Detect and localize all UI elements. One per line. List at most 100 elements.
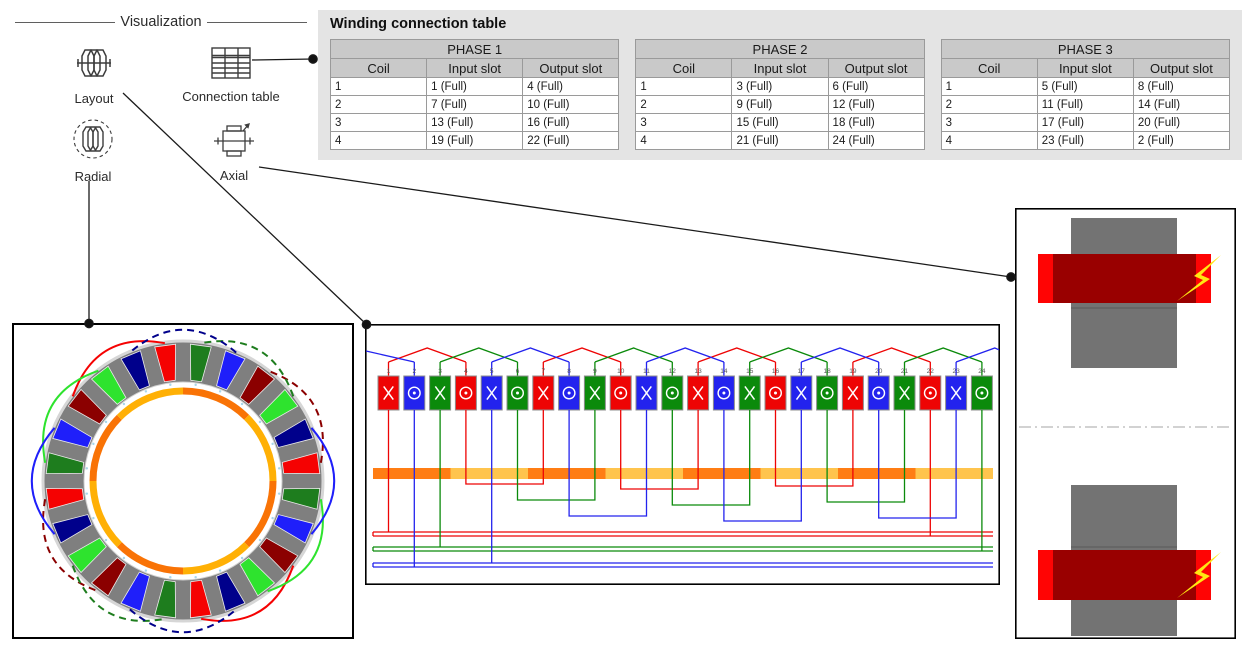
winding-connection-table-panel: Winding connection table PHASE 1CoilInpu… bbox=[318, 10, 1242, 160]
visualization-group-title: Visualization bbox=[120, 14, 201, 30]
callout-line-axial bbox=[259, 167, 1011, 277]
table-cell: 15 (Full) bbox=[732, 114, 828, 132]
table-cell: 21 (Full) bbox=[732, 132, 828, 150]
axial-view-icon bbox=[214, 121, 254, 159]
table-cell: 1 bbox=[941, 78, 1037, 96]
table-cell: 13 (Full) bbox=[427, 114, 523, 132]
svg-text:16: 16 bbox=[772, 368, 780, 375]
svg-text:8: 8 bbox=[567, 368, 571, 375]
table-cell: 18 (Full) bbox=[828, 114, 924, 132]
svg-text:1: 1 bbox=[387, 368, 391, 375]
table-cell: 17 (Full) bbox=[1037, 114, 1133, 132]
phase-header: PHASE 2 bbox=[636, 40, 924, 59]
viz-option-axial[interactable]: Axial bbox=[164, 121, 304, 183]
column-header: Output slot bbox=[523, 59, 619, 78]
column-header: Output slot bbox=[828, 59, 924, 78]
viz-option-label: Axial bbox=[164, 168, 304, 183]
table-cell: 4 bbox=[636, 132, 732, 150]
table-cell: 22 (Full) bbox=[523, 132, 619, 150]
viz-option-layout[interactable]: Layout bbox=[24, 44, 164, 106]
table-cell: 9 (Full) bbox=[732, 96, 828, 114]
table-row: 29 (Full)12 (Full) bbox=[636, 96, 924, 114]
table-cell: 19 (Full) bbox=[427, 132, 523, 150]
table-cell: 12 (Full) bbox=[828, 96, 924, 114]
winding-layout-icon bbox=[75, 44, 113, 82]
svg-text:21: 21 bbox=[901, 368, 909, 375]
table-cell: 3 bbox=[331, 114, 427, 132]
radial-view-icon bbox=[72, 118, 114, 160]
table-cell: 4 bbox=[331, 132, 427, 150]
table-cell: 16 (Full) bbox=[523, 114, 619, 132]
svg-text:5: 5 bbox=[490, 368, 494, 375]
table-cell: 20 (Full) bbox=[1133, 114, 1229, 132]
svg-text:9: 9 bbox=[593, 368, 597, 375]
svg-text:2: 2 bbox=[412, 368, 416, 375]
table-row: 423 (Full)2 (Full) bbox=[941, 132, 1229, 150]
svg-text:13: 13 bbox=[694, 368, 702, 375]
svg-text:23: 23 bbox=[952, 368, 960, 375]
svg-text:7: 7 bbox=[541, 368, 545, 375]
column-header: Coil bbox=[331, 59, 427, 78]
table-cell: 3 bbox=[636, 114, 732, 132]
column-header: Input slot bbox=[732, 59, 828, 78]
column-header: Coil bbox=[636, 59, 732, 78]
table-cell: 10 (Full) bbox=[523, 96, 619, 114]
svg-text:15: 15 bbox=[746, 368, 754, 375]
svg-text:17: 17 bbox=[798, 368, 806, 375]
svg-text:22: 22 bbox=[927, 368, 935, 375]
viz-option-radial[interactable]: Radial bbox=[23, 118, 163, 184]
svg-text:10: 10 bbox=[617, 368, 625, 375]
table-row: 13 (Full)6 (Full) bbox=[636, 78, 924, 96]
table-cell: 8 (Full) bbox=[1133, 78, 1229, 96]
axial-view-diagram bbox=[1015, 208, 1236, 639]
svg-text:3: 3 bbox=[438, 368, 442, 375]
phase-tables-container: PHASE 1CoilInput slotOutput slot11 (Full… bbox=[318, 32, 1242, 150]
svg-text:12: 12 bbox=[669, 368, 677, 375]
table-row: 419 (Full)22 (Full) bbox=[331, 132, 619, 150]
svg-text:6: 6 bbox=[516, 368, 520, 375]
legend-rule-right bbox=[207, 22, 307, 23]
table-cell: 24 (Full) bbox=[828, 132, 924, 150]
table-row: 315 (Full)18 (Full) bbox=[636, 114, 924, 132]
table-cell: 14 (Full) bbox=[1133, 96, 1229, 114]
table-row: 27 (Full)10 (Full) bbox=[331, 96, 619, 114]
viz-option-label: Layout bbox=[24, 91, 164, 106]
column-header: Output slot bbox=[1133, 59, 1229, 78]
winding-visualization-figure: Visualization Layout Connection table bbox=[0, 0, 1256, 657]
table-row: 313 (Full)16 (Full) bbox=[331, 114, 619, 132]
table-cell: 7 (Full) bbox=[427, 96, 523, 114]
column-header: Input slot bbox=[427, 59, 523, 78]
table-cell: 1 bbox=[636, 78, 732, 96]
table-row: 421 (Full)24 (Full) bbox=[636, 132, 924, 150]
table-row: 317 (Full)20 (Full) bbox=[941, 114, 1229, 132]
visualization-group-legend: Visualization bbox=[15, 14, 307, 30]
callout-dot-connection-table bbox=[309, 55, 317, 63]
svg-text:4: 4 bbox=[464, 368, 468, 375]
table-cell: 5 (Full) bbox=[1037, 78, 1133, 96]
table-row: 15 (Full)8 (Full) bbox=[941, 78, 1229, 96]
table-row: 211 (Full)14 (Full) bbox=[941, 96, 1229, 114]
table-cell: 23 (Full) bbox=[1037, 132, 1133, 150]
table-cell: 4 bbox=[941, 132, 1037, 150]
table-cell: 3 bbox=[941, 114, 1037, 132]
viz-option-connection-table[interactable]: Connection table bbox=[161, 46, 301, 104]
callout-dot-axial bbox=[1007, 273, 1015, 281]
radial-view-diagram bbox=[12, 323, 354, 639]
legend-rule-left bbox=[15, 22, 115, 23]
table-cell: 1 (Full) bbox=[427, 78, 523, 96]
phase-header: PHASE 3 bbox=[941, 40, 1229, 59]
svg-text:20: 20 bbox=[875, 368, 883, 375]
svg-text:19: 19 bbox=[849, 368, 857, 375]
connection-table-icon bbox=[211, 46, 251, 80]
table-cell: 3 (Full) bbox=[732, 78, 828, 96]
column-header: Coil bbox=[941, 59, 1037, 78]
winding-table-title: Winding connection table bbox=[318, 10, 1242, 32]
svg-text:18: 18 bbox=[823, 368, 831, 375]
table-cell: 2 (Full) bbox=[1133, 132, 1229, 150]
linear-layout-diagram: 123456789101112131415161718192021222324 bbox=[365, 324, 1000, 585]
phase-header: PHASE 1 bbox=[331, 40, 619, 59]
table-row: 11 (Full)4 (Full) bbox=[331, 78, 619, 96]
table-cell: 2 bbox=[331, 96, 427, 114]
svg-text:11: 11 bbox=[643, 368, 650, 375]
svg-text:14: 14 bbox=[720, 368, 728, 375]
